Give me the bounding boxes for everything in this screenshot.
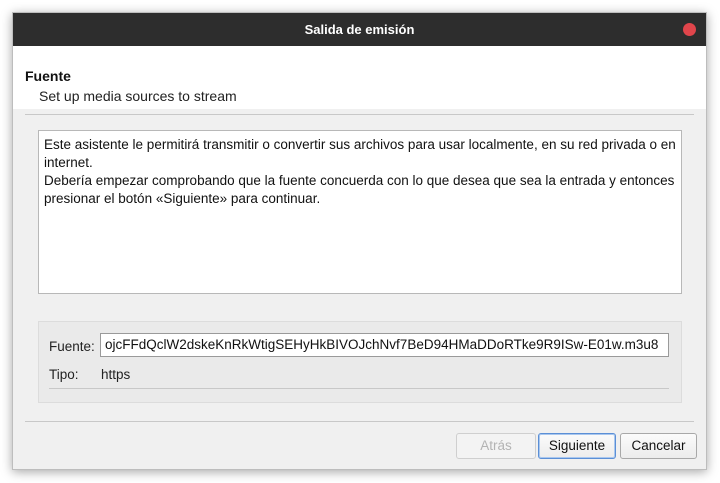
wizard-header: Fuente Set up media sources to stream xyxy=(13,46,706,109)
source-input[interactable]: ojcFFdQclW2dskeKnRkWtigSEHyHkBIVOJchNvf7… xyxy=(100,333,669,357)
source-input-value: ojcFFdQclW2dskeKnRkWtigSEHyHkBIVOJchNvf7… xyxy=(105,337,659,352)
description-text-area[interactable]: Este asistente le permitirá transmitir o… xyxy=(38,130,682,294)
source-label: Fuente: xyxy=(49,339,95,354)
type-label: Tipo: xyxy=(49,367,79,382)
group-divider xyxy=(49,388,669,389)
close-icon[interactable] xyxy=(683,23,696,36)
source-group: Fuente: ojcFFdQclW2dskeKnRkWtigSEHyHkBIV… xyxy=(38,321,682,403)
title-bar[interactable]: Salida de emisión xyxy=(13,13,706,46)
dialog-window: Salida de emisión Fuente Set up media so… xyxy=(12,12,707,470)
cancel-button[interactable]: Cancelar xyxy=(620,433,697,459)
type-value: https xyxy=(101,367,131,382)
header-divider xyxy=(25,114,694,115)
description-line-1: Este asistente le permitirá transmitir o… xyxy=(44,137,676,170)
page-subtitle: Set up media sources to stream xyxy=(39,88,237,104)
back-button[interactable]: Atrás xyxy=(456,433,536,459)
next-button[interactable]: Siguiente xyxy=(538,433,616,459)
footer-divider xyxy=(25,421,694,422)
description-line-2: Debería empezar comprobando que la fuent… xyxy=(44,173,675,206)
page-title: Fuente xyxy=(25,68,71,84)
window-title: Salida de emisión xyxy=(304,22,415,37)
